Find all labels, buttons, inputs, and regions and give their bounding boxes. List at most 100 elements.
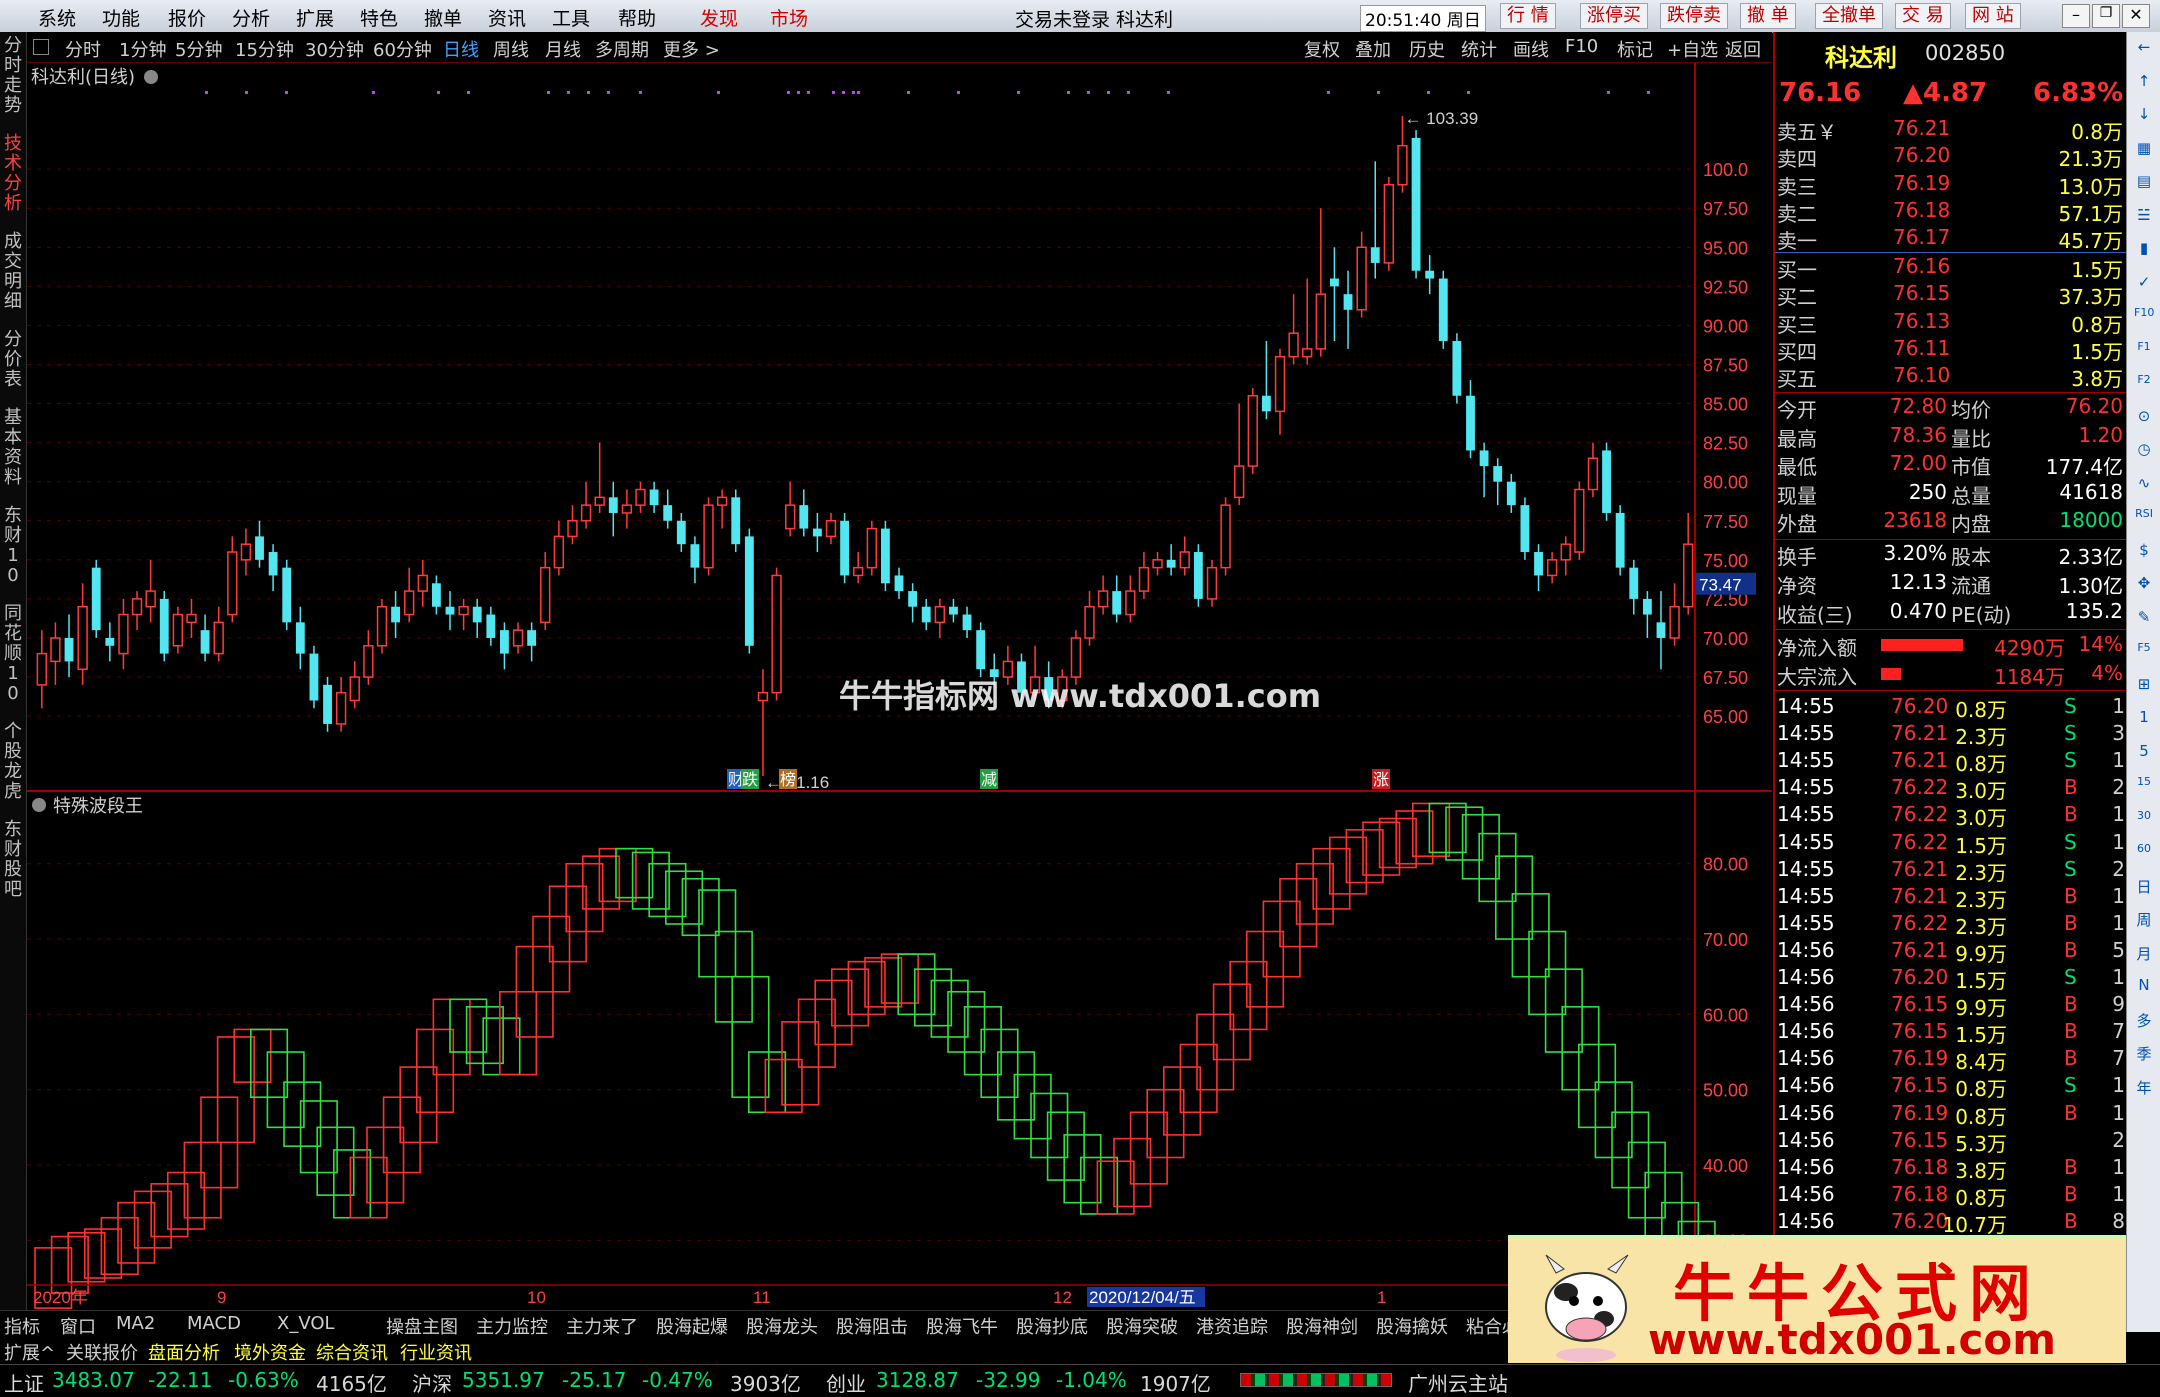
menu-item[interactable]: 扩展 xyxy=(296,4,334,31)
right-tool-icon[interactable]: ▮ xyxy=(2134,239,2154,259)
period-tab[interactable]: 月线 xyxy=(545,36,581,62)
right-tool-icon[interactable]: ∿ xyxy=(2134,474,2154,494)
menu-item[interactable]: 分析 xyxy=(232,4,270,31)
period-tab[interactable]: 分时 xyxy=(65,36,101,62)
bid-price[interactable]: 76.13 xyxy=(1893,309,1950,333)
menu-item[interactable]: 撤单 xyxy=(424,4,462,31)
chart-area[interactable]: 100.0 97.50 95.00 92.50 90.00 87.50 85.00 82.50… xyxy=(27,63,1772,1310)
extension-tab[interactable]: 综合资讯 xyxy=(316,1339,388,1365)
ad-banner[interactable]: 牛牛公式网 www.tdx001.com xyxy=(1508,1235,2126,1364)
period-tab[interactable]: 日线 xyxy=(443,36,479,62)
extension-tab[interactable]: 行业资讯 xyxy=(400,1339,472,1365)
ask-price[interactable]: 76.20 xyxy=(1893,143,1950,167)
indicator-tab[interactable]: 港资追踪 xyxy=(1196,1313,1268,1339)
right-tool-icon[interactable]: ⊙ xyxy=(2134,407,2154,427)
menu-item[interactable]: 报价 xyxy=(168,4,206,31)
ask-price[interactable]: 76.18 xyxy=(1893,198,1950,222)
chart-tool-button[interactable]: 画线 xyxy=(1513,36,1549,62)
left-tab[interactable]: 技术分析 xyxy=(2,134,24,214)
period-tab[interactable]: 30分钟 xyxy=(305,36,364,62)
extension-tab[interactable]: 境外资金 xyxy=(234,1339,306,1365)
right-tool-icon[interactable]: ← xyxy=(2134,38,2154,58)
menu-item[interactable]: 功能 xyxy=(102,4,140,31)
period-tab[interactable]: 60分钟 xyxy=(373,36,432,62)
extension-tab[interactable]: 扩展^ xyxy=(4,1339,55,1365)
period-tab[interactable]: 多周期 xyxy=(595,36,649,62)
indicator-tab[interactable]: 股海阻击 xyxy=(836,1313,908,1339)
menu-item[interactable]: 帮助 xyxy=(618,4,656,31)
left-tab[interactable]: 个股龙虎 xyxy=(2,722,24,802)
chart-tool-button[interactable]: 统计 xyxy=(1461,36,1497,62)
left-tab[interactable]: 同花顺10 xyxy=(2,604,24,704)
top-action-button[interactable]: 撤 单 xyxy=(1740,3,1796,29)
indicator-tab[interactable]: 股海突破 xyxy=(1106,1313,1178,1339)
indicator-tab[interactable]: 股海龙头 xyxy=(746,1313,818,1339)
indicator-tab[interactable]: 股海擒妖 xyxy=(1376,1313,1448,1339)
right-tool-icon[interactable]: 30 xyxy=(2134,809,2154,829)
extension-tab[interactable]: 盘面分析 xyxy=(148,1339,220,1365)
indicator-tab[interactable]: 股海神剑 xyxy=(1286,1313,1358,1339)
extension-tab[interactable]: 关联报价 xyxy=(66,1339,138,1365)
ask-price[interactable]: 76.17 xyxy=(1893,225,1950,249)
right-tool-icon[interactable]: 年 xyxy=(2134,1077,2154,1097)
chart-tool-button[interactable]: 返回 xyxy=(1725,36,1761,62)
event-mark[interactable]: 涨 xyxy=(1373,770,1389,789)
left-tab[interactable]: 东财10 xyxy=(2,506,24,586)
menu-item[interactable]: 资讯 xyxy=(488,4,526,31)
indicator-tab[interactable]: X_VOL xyxy=(277,1313,335,1334)
right-tool-icon[interactable]: ✥ xyxy=(2134,574,2154,594)
indicator-tab[interactable]: 股海起爆 xyxy=(656,1313,728,1339)
right-tool-icon[interactable]: F2 xyxy=(2134,373,2154,393)
top-action-button[interactable]: 交 易 xyxy=(1895,3,1951,29)
right-tool-icon[interactable]: ↑ xyxy=(2134,72,2154,92)
chart-tool-button[interactable]: 历史 xyxy=(1409,36,1445,62)
period-tab[interactable]: 更多 > xyxy=(663,36,720,62)
right-tool-icon[interactable]: ✎ xyxy=(2134,608,2154,628)
right-tool-icon[interactable]: 月 xyxy=(2134,943,2154,963)
right-tool-icon[interactable]: N xyxy=(2134,976,2154,996)
right-tool-icon[interactable]: ▤ xyxy=(2134,172,2154,192)
indicator-settings-icon[interactable] xyxy=(32,798,46,812)
panel-toggle-icon[interactable] xyxy=(33,39,49,55)
right-tool-icon[interactable]: 日 xyxy=(2134,876,2154,896)
period-tab[interactable]: 5分钟 xyxy=(175,36,222,62)
right-tool-icon[interactable]: 60 xyxy=(2134,842,2154,862)
top-action-button[interactable]: 全撤单 xyxy=(1815,3,1883,29)
chart-settings-icon[interactable] xyxy=(144,70,158,84)
right-tool-icon[interactable]: 1 xyxy=(2134,708,2154,728)
menu-item[interactable]: 工具 xyxy=(552,4,590,31)
top-action-button[interactable]: 行 情 xyxy=(1500,3,1556,29)
period-tab[interactable]: 1分钟 xyxy=(119,36,166,62)
top-action-button[interactable]: 涨停买 xyxy=(1580,3,1648,29)
left-tab[interactable]: 成交明细 xyxy=(2,232,24,312)
indicator-tab[interactable]: 操盘主图 xyxy=(386,1313,458,1339)
right-tool-icon[interactable]: F5 xyxy=(2134,641,2154,661)
ask-price[interactable]: 76.19 xyxy=(1893,171,1950,195)
restore-icon[interactable]: ❐ xyxy=(2092,4,2120,28)
right-tool-icon[interactable]: 15 xyxy=(2134,775,2154,795)
chart-tool-button[interactable]: 复权 xyxy=(1304,36,1340,62)
indicator-tab[interactable]: 主力来了 xyxy=(566,1313,638,1339)
right-tool-icon[interactable]: F1 xyxy=(2134,340,2154,360)
event-mark[interactable]: 减 xyxy=(981,770,997,789)
right-tool-icon[interactable]: ▦ xyxy=(2134,139,2154,159)
menu-item[interactable]: 特色 xyxy=(360,4,398,31)
right-tool-icon[interactable]: 5 xyxy=(2134,742,2154,762)
right-tool-icon[interactable]: F10 xyxy=(2134,306,2154,326)
event-mark[interactable]: 跌 xyxy=(742,770,758,789)
right-tool-icon[interactable]: RSI xyxy=(2134,507,2154,527)
indicator-tab[interactable]: MACD xyxy=(187,1313,241,1334)
indicator-tab[interactable]: 主力监控 xyxy=(476,1313,548,1339)
menu-item-highlight[interactable]: 发现 xyxy=(700,4,738,31)
top-action-button[interactable]: 跌停卖 xyxy=(1660,3,1728,29)
right-tool-icon[interactable]: $ xyxy=(2134,541,2154,561)
chart-tool-button[interactable]: F10 xyxy=(1565,36,1598,57)
chart-tool-button[interactable]: 叠加 xyxy=(1355,36,1391,62)
menu-item-highlight[interactable]: 市场 xyxy=(770,4,808,31)
right-tool-icon[interactable]: 多 xyxy=(2134,1010,2154,1030)
right-tool-icon[interactable]: ↓ xyxy=(2134,105,2154,125)
right-tool-icon[interactable]: 周 xyxy=(2134,909,2154,929)
indicator-tab[interactable]: 指标 xyxy=(4,1313,40,1339)
right-tool-icon[interactable]: ⊞ xyxy=(2134,675,2154,695)
top-action-button[interactable]: 网 站 xyxy=(1965,3,2021,29)
